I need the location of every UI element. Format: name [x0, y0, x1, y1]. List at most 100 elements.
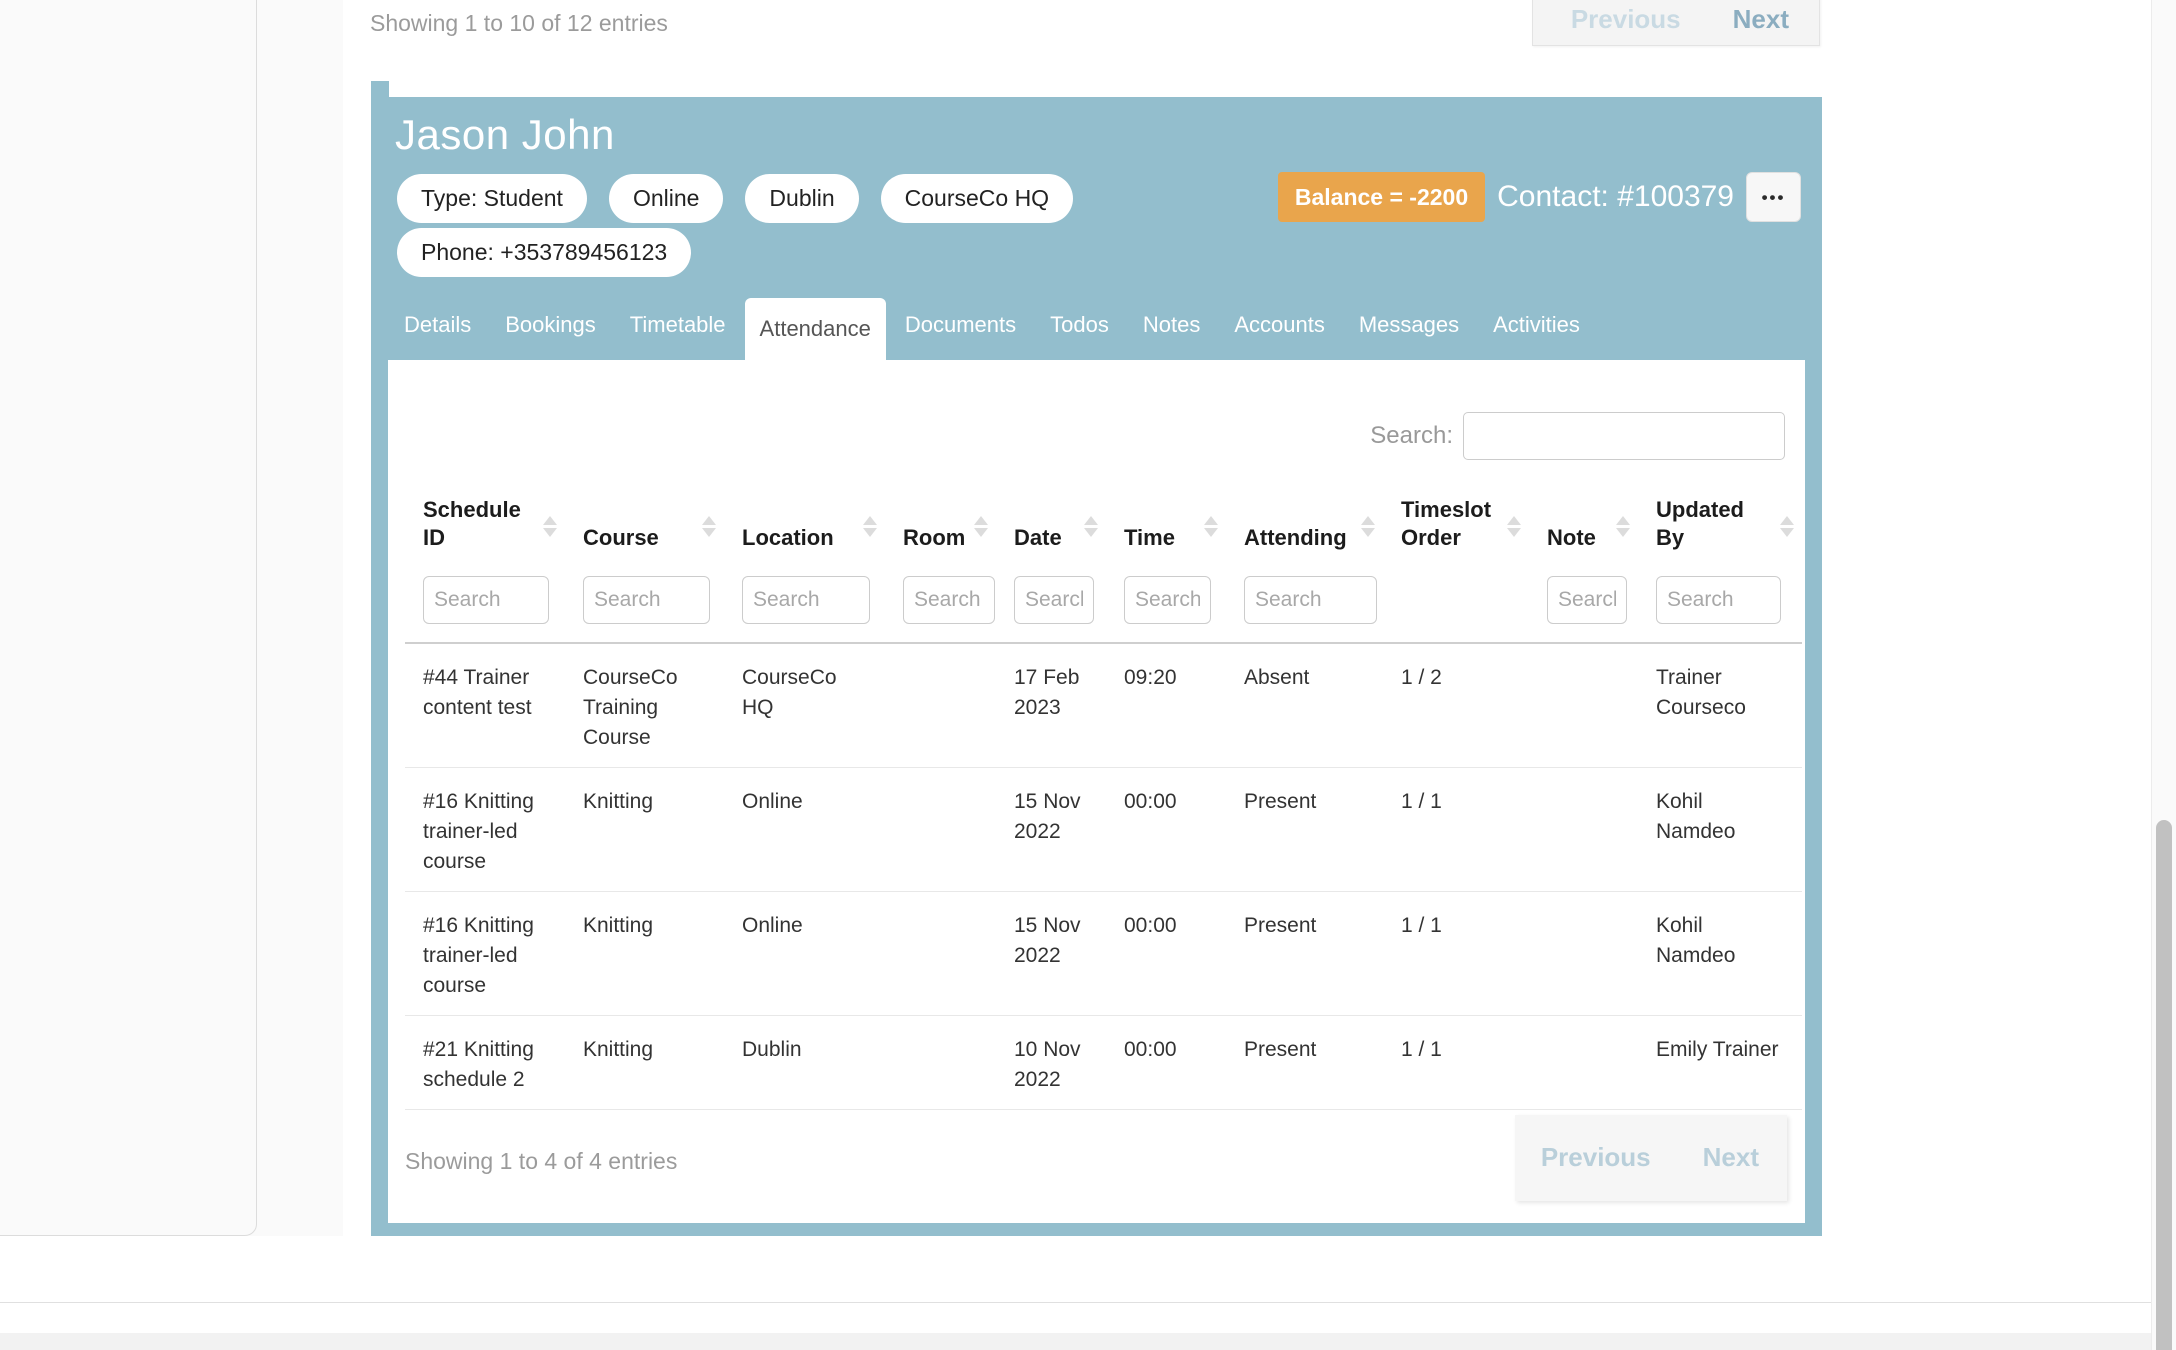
sort-icon[interactable] [1616, 516, 1630, 538]
filter-input-attending[interactable] [1244, 576, 1377, 624]
filter-cell-note [1529, 564, 1638, 643]
table-cell-schedule-id: #16 Knitting trainer-led course [405, 892, 565, 1016]
table-cell-attending: Present [1226, 1016, 1383, 1110]
student-phone-pills: Phone: +353789456123 [397, 228, 691, 277]
more-options-button[interactable]: ••• [1746, 172, 1801, 222]
column-header-label: Note [1547, 525, 1596, 550]
entries-info-top: Showing 1 to 10 of 12 entries [370, 10, 668, 37]
column-header-schedule-id[interactable]: Schedule ID [405, 478, 565, 564]
table-cell-location: Online [724, 768, 885, 892]
attendance-table-head: Schedule ID Course Location RoomDate Time Att… [405, 478, 1802, 643]
next-button-top[interactable]: Next [1733, 4, 1789, 35]
column-header-location[interactable]: Location [724, 478, 885, 564]
table-cell-room [885, 1016, 996, 1110]
next-button-bottom[interactable]: Next [1703, 1142, 1759, 1173]
scrollbar-track[interactable] [2151, 0, 2176, 1350]
student-profile-card: Jason John Type: StudentOnlineDublinCour… [371, 97, 1822, 1236]
table-cell-note [1529, 643, 1638, 768]
tab-todos[interactable]: Todos [1035, 290, 1124, 360]
column-header-note[interactable]: Note [1529, 478, 1638, 564]
table-cell-time: 00:00 [1106, 1016, 1226, 1110]
table-search-row: Search: [1370, 412, 1785, 460]
column-header-timeslot-order[interactable]: Timeslot Order [1383, 478, 1529, 564]
table-cell-date: 10 Nov 2022 [996, 1016, 1106, 1110]
previous-button-top[interactable]: Previous [1571, 4, 1681, 35]
filter-cell-schedule-id [405, 564, 565, 643]
sort-icon[interactable] [702, 516, 716, 538]
sort-icon[interactable] [863, 516, 877, 538]
column-header-label: Updated By [1656, 497, 1744, 550]
filter-input-date[interactable] [1014, 576, 1094, 624]
filter-input-updated-by[interactable] [1656, 576, 1781, 624]
sort-icon[interactable] [1507, 516, 1521, 538]
table-cell-room [885, 892, 996, 1016]
table-cell-timeslot-order: 1 / 1 [1383, 1016, 1529, 1110]
column-header-label: Course [583, 525, 659, 550]
table-cell-note [1529, 892, 1638, 1016]
table-cell-attending: Present [1226, 768, 1383, 892]
column-header-label: Attending [1244, 525, 1347, 550]
column-header-room[interactable]: Room [885, 478, 996, 564]
table-row: #44 Trainer content testCourseCo Trainin… [405, 643, 1802, 768]
column-header-date[interactable]: Date [996, 478, 1106, 564]
tab-bookings[interactable]: Bookings [490, 290, 611, 360]
ellipsis-icon: ••• [1762, 189, 1786, 206]
filter-input-note[interactable] [1547, 576, 1627, 624]
table-cell-location: Dublin [724, 1016, 885, 1110]
column-header-label: Location [742, 525, 834, 550]
tab-activities[interactable]: Activities [1478, 290, 1595, 360]
tab-documents[interactable]: Documents [890, 290, 1031, 360]
sort-icon[interactable] [1780, 516, 1794, 538]
table-cell-room [885, 768, 996, 892]
sort-icon[interactable] [974, 516, 988, 538]
table-cell-schedule-id: #44 Trainer content test [405, 643, 565, 768]
previous-button-bottom[interactable]: Previous [1541, 1142, 1651, 1173]
tab-accounts[interactable]: Accounts [1219, 290, 1340, 360]
pill-courseco-hq: CourseCo HQ [881, 174, 1073, 223]
tab-attendance[interactable]: Attendance [745, 298, 886, 360]
column-header-label: Time [1124, 525, 1175, 550]
filter-input-location[interactable] [742, 576, 870, 624]
table-cell-timeslot-order: 1 / 2 [1383, 643, 1529, 768]
filter-input-schedule-id[interactable] [423, 576, 549, 624]
global-search-input[interactable] [1463, 412, 1785, 460]
table-cell-timeslot-order: 1 / 1 [1383, 892, 1529, 1016]
sort-icon[interactable] [1204, 516, 1218, 538]
table-cell-date: 17 Feb 2023 [996, 643, 1106, 768]
column-header-label: Timeslot Order [1401, 497, 1491, 550]
tab-notes[interactable]: Notes [1128, 290, 1215, 360]
column-header-time[interactable]: Time [1106, 478, 1226, 564]
screen: Showing 1 to 10 of 12 entries Previous N… [0, 0, 2176, 1350]
filter-input-room[interactable] [903, 576, 995, 624]
table-cell-note [1529, 768, 1638, 892]
footer-divider [0, 1302, 2176, 1303]
scrollbar-thumb[interactable] [2156, 820, 2172, 1350]
table-row: #21 Knitting schedule 2KnittingDublin 10 … [405, 1016, 1802, 1110]
sort-icon[interactable] [1361, 516, 1375, 538]
table-cell-course: CourseCo Training Course [565, 643, 724, 768]
tab-timetable[interactable]: Timetable [615, 290, 741, 360]
table-cell-time: 09:20 [1106, 643, 1226, 768]
table-cell-schedule-id: #21 Knitting schedule 2 [405, 1016, 565, 1110]
table-cell-updated-by: Trainer Courseco [1638, 643, 1802, 768]
tab-details[interactable]: Details [389, 290, 486, 360]
attendance-panel: Search: Schedule ID Course Location RoomDat… [388, 360, 1805, 1223]
pill-type-student: Type: Student [397, 174, 587, 223]
table-cell-course: Knitting [565, 1016, 724, 1110]
filter-input-time[interactable] [1124, 576, 1211, 624]
sort-icon[interactable] [543, 516, 557, 538]
table-cell-date: 15 Nov 2022 [996, 892, 1106, 1016]
contact-id: Contact: #100379 [1497, 180, 1734, 214]
tab-messages[interactable]: Messages [1344, 290, 1474, 360]
column-header-attending[interactable]: Attending [1226, 478, 1383, 564]
table-cell-attending: Absent [1226, 643, 1383, 768]
table-cell-course: Knitting [565, 892, 724, 1016]
filter-input-course[interactable] [583, 576, 710, 624]
column-header-updated-by[interactable]: Updated By [1638, 478, 1802, 564]
table-cell-location: CourseCo HQ [724, 643, 885, 768]
student-attribute-pills: Type: StudentOnlineDublinCourseCo HQ [397, 174, 1073, 223]
filter-cell-date [996, 564, 1106, 643]
column-header-course[interactable]: Course [565, 478, 724, 564]
table-row: #16 Knitting trainer-led courseKnittingO… [405, 892, 1802, 1016]
sort-icon[interactable] [1084, 516, 1098, 538]
